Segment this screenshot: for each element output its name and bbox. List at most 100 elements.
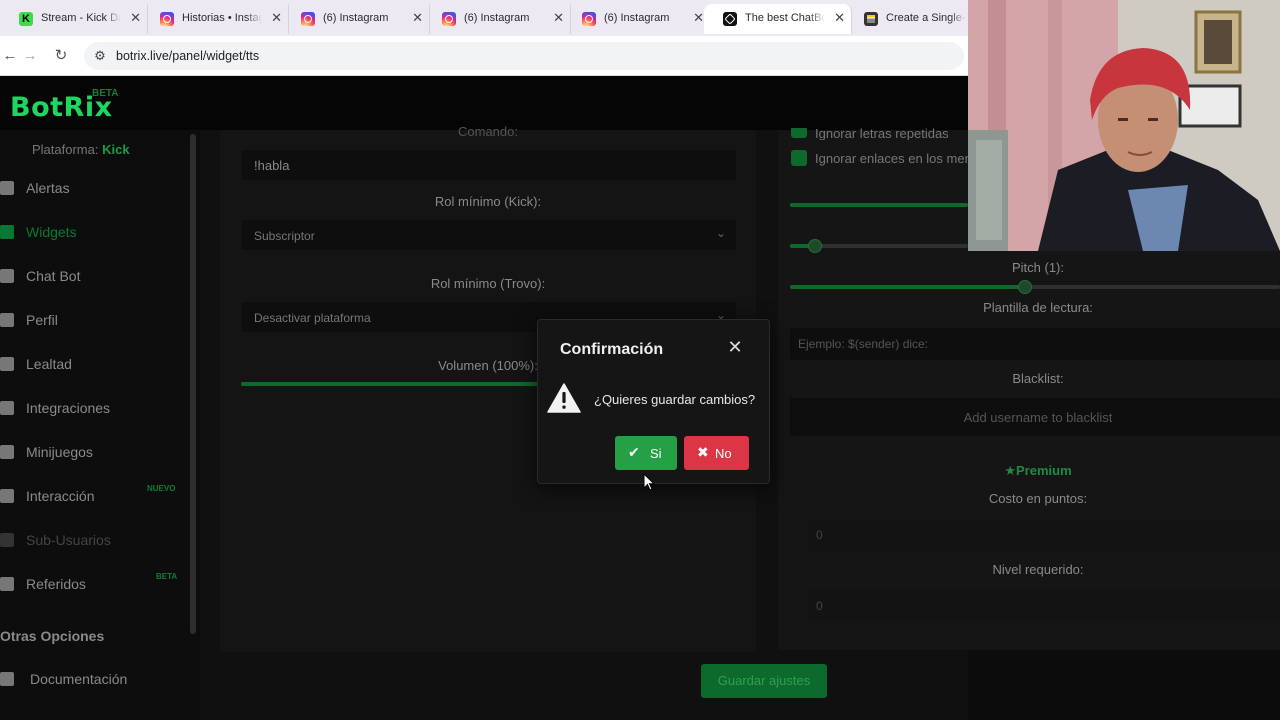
cost-input[interactable]: 0 (808, 519, 1280, 551)
command-value: !habla (254, 158, 290, 173)
volume-tts-slider[interactable] (790, 239, 968, 253)
sidebar-item-widgets[interactable]: Widgets (0, 222, 180, 244)
pitch-slider[interactable] (790, 280, 1280, 294)
rate-slider-fill (790, 203, 968, 207)
blacklist-label: Blacklist: (1012, 371, 1064, 386)
sidebar-item-perfil[interactable]: Perfil (0, 310, 180, 332)
url-text: botrix.live/panel/widget/tts (116, 49, 260, 63)
sidebar-item-label: Minijuegos (26, 444, 93, 460)
close-tab-icon[interactable]: ✕ (693, 10, 704, 26)
back-icon[interactable]: ← (0, 46, 20, 66)
instagram-icon (582, 12, 596, 26)
cost-label: Costo en puntos: (988, 491, 1088, 506)
instagram-icon (301, 12, 315, 26)
browser-tab-strip: K Stream - Kick Da ✕ Historias • Instag … (0, 0, 968, 36)
role-trovo-value: Desactivar plataforma (254, 311, 371, 325)
sidebar-item-sub-usuarios[interactable]: Sub-Usuarios (0, 530, 180, 552)
ignore-repeated-checkbox[interactable] (791, 128, 807, 138)
browser-tab[interactable]: (6) Instagram ✕ (563, 4, 711, 34)
sidebar-item-label: Chat Bot (26, 268, 81, 284)
trophy-icon (0, 357, 14, 371)
slider-handle[interactable] (1018, 280, 1032, 294)
sidebar-item-label: Interacción (26, 488, 95, 504)
browser-tab[interactable]: Create a Single- (845, 4, 968, 34)
robot-icon (0, 269, 14, 283)
users-icon (0, 577, 14, 591)
pitch-label: Pitch (1): (1011, 260, 1064, 275)
sidebar-item-referidos[interactable]: Referidos (0, 574, 180, 596)
sidebar-item-minijuegos[interactable]: Minijuegos (0, 442, 180, 464)
screen: K Stream - Kick Da ✕ Historias • Instag … (0, 0, 1280, 720)
forward-icon[interactable]: → (20, 46, 40, 66)
template-input[interactable]: Ejemplo: $(sender) dice: (790, 328, 1280, 360)
sidebar-item-documentacion[interactable]: Documentación (0, 669, 180, 691)
confirm-no-button[interactable]: ✖ No (684, 436, 749, 470)
tab-title: The best ChatBo (745, 12, 825, 24)
star-icon: ★ (1004, 463, 1016, 478)
sidebar-item-lealtad[interactable]: Lealtad (0, 354, 180, 376)
sidebar-item-label: Perfil (26, 312, 58, 328)
level-label: Nivel requerido: (992, 562, 1084, 577)
sidebar-item-label: Widgets (26, 224, 77, 240)
browser-tab[interactable]: (6) Instagram ✕ (282, 4, 430, 34)
ignore-links-checkbox[interactable] (791, 150, 807, 166)
new-badge: NUEVO (147, 484, 176, 493)
mouse-cursor-icon (643, 473, 655, 491)
warning-icon (547, 383, 581, 413)
chatgpt-icon (723, 12, 737, 26)
no-label: No (715, 446, 732, 461)
browser-tab[interactable]: K Stream - Kick Da ✕ (0, 4, 148, 34)
close-tab-icon[interactable]: ✕ (271, 10, 282, 26)
sidebar-item-label: Referidos (26, 576, 86, 592)
url-field[interactable]: ⚙ botrix.live/panel/widget/tts (84, 42, 964, 70)
tab-title: (6) Instagram (604, 12, 670, 24)
id-card-icon (0, 313, 14, 327)
reload-icon[interactable]: ↻ (51, 46, 71, 66)
users-icon (0, 533, 14, 547)
browser-tab-active[interactable]: The best ChatBo ✕ (704, 4, 852, 34)
sidebar-item-integraciones[interactable]: Integraciones (0, 398, 180, 420)
save-settings-button[interactable]: Guardar ajustes (701, 664, 827, 698)
browser-tab[interactable]: Historias • Instag ✕ (141, 4, 289, 34)
sidebar-item-alertas[interactable]: Alertas (0, 178, 180, 200)
tab-title: (6) Instagram (323, 12, 389, 24)
sidebar-item-chat-bot[interactable]: Chat Bot (0, 266, 180, 288)
beta-badge: BETA (92, 88, 119, 99)
yes-label: Si (650, 446, 662, 461)
modal-title: Confirmación (560, 341, 664, 358)
premium-heading: ★Premium (790, 463, 1280, 479)
ignore-repeated-label: Ignorar letras repetidas (815, 126, 949, 140)
check-icon: ✔ (628, 444, 640, 460)
sidebar-item-label: Alertas (26, 180, 70, 196)
rate-slider[interactable] (790, 203, 968, 207)
platform-label: Plataforma: (32, 142, 99, 157)
gamepad-icon (0, 445, 14, 459)
sidebar-scrollbar[interactable] (190, 134, 196, 634)
book-icon (0, 672, 14, 686)
blacklist-input[interactable]: Add username to blacklist (790, 398, 1280, 436)
role-kick-select[interactable]: Subscriptor ⌄ (242, 220, 736, 250)
grid-icon (0, 225, 14, 239)
level-value: 0 (816, 599, 823, 613)
bell-icon (0, 181, 14, 195)
close-tab-icon[interactable]: ✕ (834, 10, 845, 26)
plug-icon (0, 401, 14, 415)
sidebar-item-label: Integraciones (26, 400, 111, 416)
platform-value: Kick (102, 142, 130, 157)
browser-tab[interactable]: (6) Instagram ✕ (423, 4, 571, 34)
chevron-down-icon: ⌄ (715, 226, 726, 240)
command-input[interactable]: !habla (242, 150, 736, 180)
close-tab-icon[interactable]: ✕ (130, 10, 141, 26)
address-bar: ← → ↻ ⚙ botrix.live/panel/widget/tts (0, 36, 968, 76)
confirm-yes-button[interactable]: ✔ Si (615, 436, 677, 470)
slider-handle[interactable] (808, 239, 822, 253)
tab-title: (6) Instagram (464, 12, 530, 24)
tab-title: Historias • Instag (182, 12, 262, 24)
role-kick-label: Rol mínimo (Kick): (434, 194, 542, 209)
close-tab-icon[interactable]: ✕ (412, 10, 423, 26)
level-input[interactable]: 0 (808, 590, 1280, 622)
webcam-overlay (968, 0, 1280, 251)
close-icon[interactable]: ✕ (727, 337, 743, 357)
platform-indicator: Plataforma: Kick (32, 142, 130, 157)
site-settings-icon[interactable]: ⚙ (92, 48, 108, 64)
